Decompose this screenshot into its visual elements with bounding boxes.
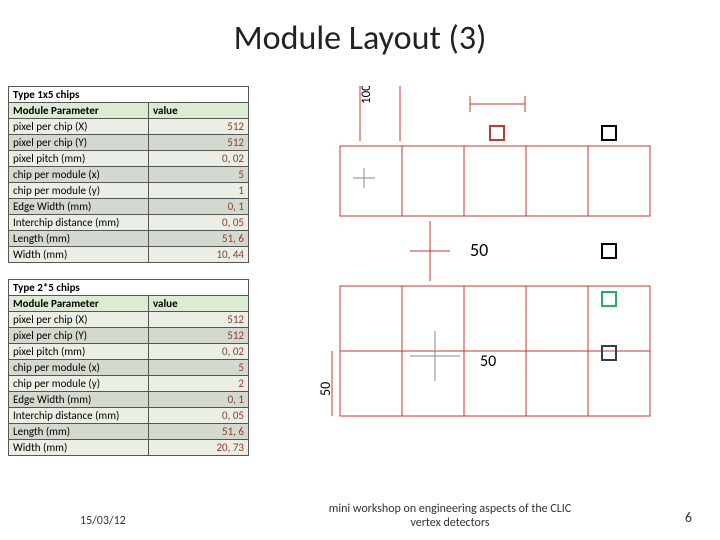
col-value: value [149,296,249,312]
col-param: Module Parameter [9,103,149,119]
dim-label-100: 100 [359,86,374,104]
table-row: chip per module (y)2 [9,376,249,392]
table-row: pixel per chip (X)512 [9,312,249,328]
table-row: chip per module (x)5 [9,360,249,376]
table1-header: Type 1x5 chips [9,87,249,103]
col-param: Module Parameter [9,296,149,312]
footer-text: mini workshop on engineering aspects of … [320,502,580,530]
table-row: Width (mm)20, 73 [9,440,249,456]
table-row: chip per module (y)1 [9,183,249,199]
table-type2: Type 2*5 chips Module Parameter value pi… [8,279,249,456]
table-type1: Type 1x5 chips Module Parameter value pi… [8,86,249,263]
module-1x5-drawing: 100 50 [340,86,650,281]
table-row: pixel per chip (X)512 [9,119,249,135]
slide-title: Module Layout (3) [0,0,720,69]
footer-date: 15/03/12 [80,514,126,528]
tables-container: Type 1x5 chips Module Parameter value pi… [8,86,249,472]
table-row: pixel per chip (Y)512 [9,135,249,151]
dim-label-50b: 50 [480,352,496,371]
table-row: Length (mm)51, 6 [9,424,249,440]
module-2x5-drawing: 50 50 [320,286,650,416]
table-row: Edge Width (mm)0, 1 [9,392,249,408]
table-row: Length (mm)51, 6 [9,231,249,247]
table-row: chip per module (x)5 [9,167,249,183]
table-row: pixel pitch (mm)0, 02 [9,344,249,360]
table-row: Interchip distance (mm)0, 05 [9,215,249,231]
table-row: Width (mm)10, 44 [9,247,249,263]
table-row: Edge Width (mm)0, 1 [9,199,249,215]
table-row: pixel pitch (mm)0, 02 [9,151,249,167]
table2-header: Type 2*5 chips [9,280,249,296]
module-diagram: 100 50 50 50 [320,86,690,486]
table-row: pixel per chip (Y)512 [9,328,249,344]
dim-label-50a: 50 [470,239,488,261]
col-value: value [149,103,249,119]
footer-page-number: 6 [685,509,692,526]
table-row: Interchip distance (mm)0, 05 [9,408,249,424]
